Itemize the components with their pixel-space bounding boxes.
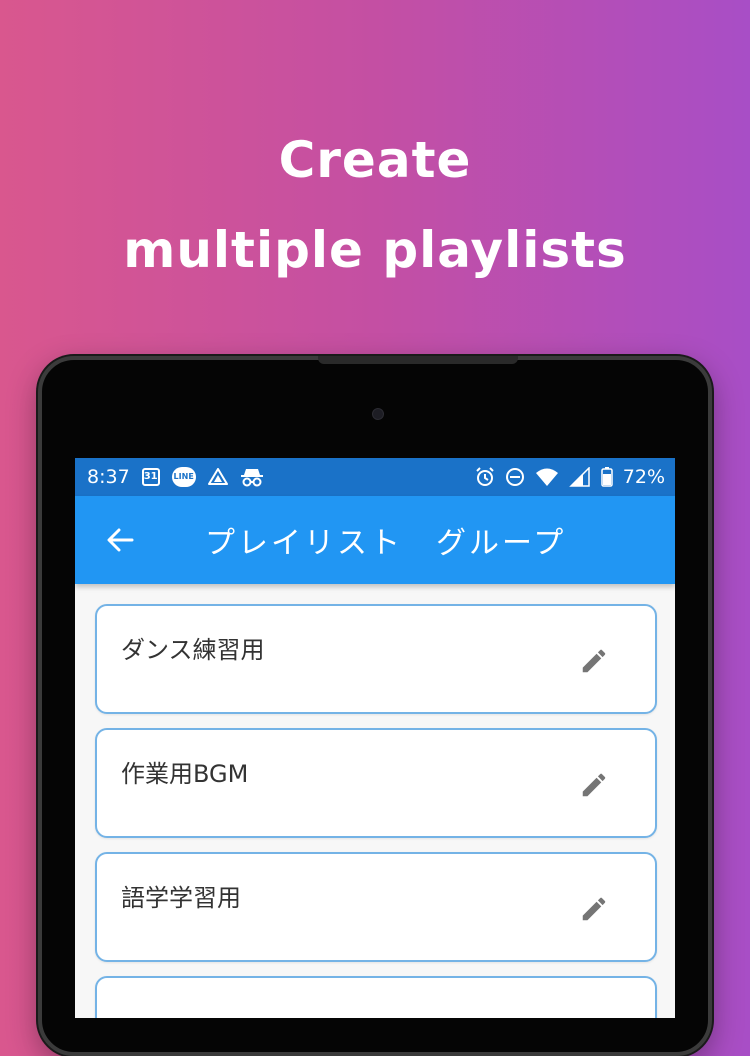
app-screen: 8:37 31 LINE 72% プレイリスト グループ ダンス練習用 作業用B… [75,458,675,1018]
playlist-card[interactable]: ダンス練習用 [95,604,657,714]
playlist-name: 作業用BGM [121,760,249,788]
battery-percent: 72% [622,466,665,488]
back-button[interactable] [95,515,145,565]
edit-playlist-button[interactable] [577,768,611,802]
playlist-card[interactable]: 作業用BGM [95,728,657,838]
wifi-icon [535,467,559,487]
drive-icon [207,468,228,486]
playlist-card[interactable]: 語学学習用 [95,852,657,962]
incognito-icon [240,467,264,487]
playlist-name: ダンス練習用 [121,636,265,664]
playlist-group-list: ダンス練習用 作業用BGM 語学学習用 [75,584,675,1018]
pencil-icon [582,649,606,673]
arrow-left-icon [107,528,134,552]
status-bar: 8:37 31 LINE 72% [75,458,675,496]
device-notch [318,356,518,364]
edit-playlist-button[interactable] [577,892,611,926]
headline-line-1: Create [278,131,472,189]
status-time: 8:37 [87,466,130,488]
alarm-icon [475,467,495,487]
app-bar: プレイリスト グループ [75,496,675,584]
playlist-card[interactable] [95,976,657,1018]
line-app-icon: LINE [171,467,196,487]
tablet-device: 8:37 31 LINE 72% プレイリスト グループ ダンス練習用 作業用B… [38,356,712,1056]
do-not-disturb-icon [505,467,525,487]
signal-icon [568,467,591,487]
calendar-icon: 31 [141,468,160,486]
front-camera [372,408,384,420]
battery-icon [601,467,613,487]
playlist-name: 語学学習用 [121,884,241,912]
page-title: プレイリスト グループ [205,526,567,561]
promo-headline: Create multiple playlists [0,115,750,295]
pencil-icon [582,897,606,921]
headline-line-2: multiple playlists [123,221,627,279]
edit-playlist-button[interactable] [577,644,611,678]
pencil-icon [582,773,606,797]
